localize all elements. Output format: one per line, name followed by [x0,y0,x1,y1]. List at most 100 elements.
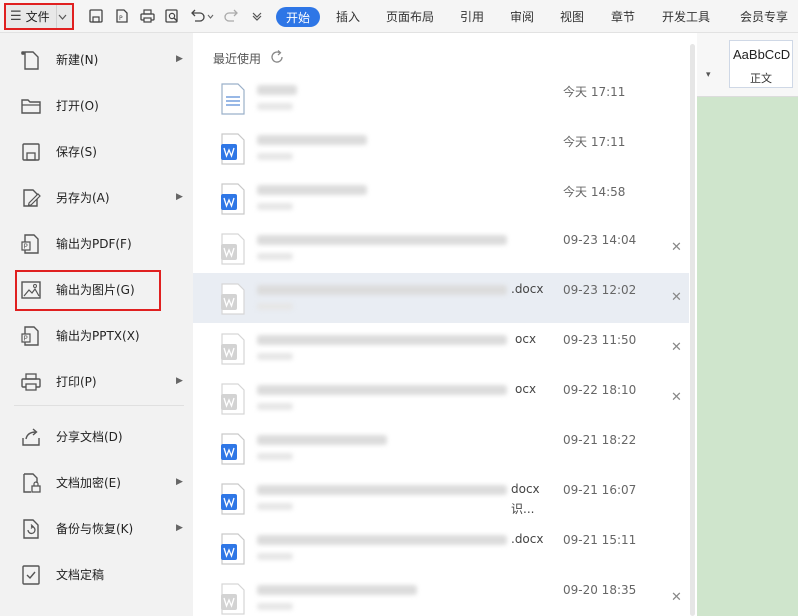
file-modified-time: 09-21 16:07 [563,483,637,497]
remove-recent-icon[interactable]: ✕ [671,240,682,255]
redacted-path [257,353,293,360]
tab-page-layout[interactable]: 页面布局 [386,8,434,25]
recent-file-row[interactable]: ocx 09-23 11:50 ✕ [193,323,689,373]
file-menu-label: 文件 [25,10,50,24]
style-normal-card[interactable]: AaBbCcD 正文 [729,40,793,88]
tab-insert[interactable]: 插入 [336,8,360,25]
tab-review[interactable]: 审阅 [510,8,534,25]
style-sample-text: AaBbCcD [733,47,791,62]
file-name-suffix: docx [511,482,540,496]
tab-chapter[interactable]: 章节 [611,8,635,25]
redacted-filename [257,385,507,395]
file-modified-time: 今天 17:11 [563,85,626,99]
top-toolbar: ☰ 文件 P 开始 插入 页面布局 引用 审阅 视图 章节 开发工具 会员专享 [0,0,798,33]
file-menu: 新建(N) ▶ 打开(O) 保存(S) 另存为(A) ▶ P 输出为PDF(F)… [0,33,193,616]
recent-title: 最近使用 [213,52,262,66]
file-modified-time: 09-21 18:22 [563,433,637,447]
redo-icon[interactable] [222,7,242,25]
recent-file-row[interactable]: .docx 09-23 12:02 ✕ [193,273,689,323]
new-icon [19,48,43,72]
file-modified-time: 09-21 15:11 [563,533,637,547]
text-document-icon [220,83,246,115]
submenu-arrow-icon: ▶ [176,192,183,202]
tab-references[interactable]: 引用 [460,8,484,25]
menu-item-backup[interactable]: 备份与恢复(K) ▶ [0,510,193,546]
file-modified-time: 09-22 18:10 [563,383,637,397]
redacted-path [257,203,293,210]
svg-text:P: P [24,335,28,343]
recent-file-row[interactable]: docx 识... 09-21 16:07 [193,473,689,523]
ribbon-dropdown-icon[interactable]: ▾ [706,70,711,80]
undo-icon[interactable] [188,7,216,25]
recent-file-row[interactable]: .docx 09-21 15:11 [193,523,689,573]
submenu-arrow-icon: ▶ [176,376,183,386]
redacted-filename [257,535,507,545]
menu-item-label: 打开(O) [56,98,99,113]
file-name-suffix: ocx [515,332,537,346]
menu-item-save-as[interactable]: 另存为(A) ▶ [0,179,193,215]
save-as-icon [19,186,43,210]
redacted-filename [257,585,417,595]
remove-recent-icon[interactable]: ✕ [671,390,682,405]
print-icon [19,370,43,394]
export-pptx-icon: P [19,324,43,348]
menu-item-export-pdf[interactable]: P 输出为PDF(F) [0,225,193,261]
menu-item-label: 输出为PDF(F) [56,236,132,251]
menu-item-label: 保存(S) [56,144,97,159]
document-canvas [697,97,798,616]
scrollbar-thumb[interactable] [690,44,695,616]
redacted-filename [257,235,507,245]
recent-file-row[interactable]: ocx 09-22 18:10 ✕ [193,373,689,423]
tab-developer[interactable]: 开发工具 [662,8,710,25]
menu-item-label: 输出为PPTX(X) [56,328,140,343]
file-modified-time: 今天 17:11 [563,135,626,149]
menu-item-encrypt[interactable]: 文档加密(E) ▶ [0,464,193,500]
recent-file-row[interactable]: 今天 17:11 [193,73,689,123]
menu-item-label: 打印(P) [56,374,97,389]
file-name-suffix: ocx [515,382,537,396]
recent-file-row[interactable]: 今天 14:58 [193,173,689,223]
redacted-path [257,553,293,560]
redacted-filename [257,135,367,145]
remove-recent-icon[interactable]: ✕ [671,590,682,605]
recent-file-row[interactable]: 09-23 14:04 ✕ [193,223,689,273]
menu-item-save[interactable]: 保存(S) [0,133,193,169]
tab-view[interactable]: 视图 [560,8,584,25]
tab-home[interactable]: 开始 [276,7,320,27]
remove-recent-icon[interactable]: ✕ [671,290,682,305]
recent-file-row[interactable]: 09-21 18:22 [193,423,689,473]
hamburger-icon: ☰ [10,9,22,24]
redacted-filename [257,285,507,295]
menu-item-print[interactable]: 打印(P) ▶ [0,363,193,399]
menu-item-finalize[interactable]: 文档定稿 [0,556,193,592]
remove-recent-icon[interactable]: ✕ [671,340,682,355]
file-path-suffix: 识... [511,502,535,516]
file-modified-time: 09-23 11:50 [563,333,637,347]
export-pdf-icon[interactable]: P [112,7,132,25]
print-icon[interactable] [137,7,157,25]
print-preview-icon[interactable] [162,7,182,25]
word-document-icon [220,483,246,515]
chevron-down-icon[interactable] [55,5,69,28]
menu-item-share[interactable]: 分享文档(D) [0,418,193,454]
word-document-icon [220,133,246,165]
recent-file-row[interactable]: 09-20 18:35 ✕ [193,573,689,616]
menu-item-export-pptx[interactable]: P 输出为PPTX(X) [0,317,193,353]
menu-item-new[interactable]: 新建(N) ▶ [0,41,193,77]
more-icon[interactable] [250,7,264,25]
refresh-icon[interactable] [269,49,285,68]
redacted-filename [257,335,507,345]
submenu-arrow-icon: ▶ [176,523,183,533]
save-icon[interactable] [86,7,106,25]
word-document-missing-icon [220,583,246,615]
redacted-filename [257,435,387,445]
redacted-filename [257,85,297,95]
file-menu-button[interactable]: ☰ 文件 [4,3,74,30]
file-modified-time: 今天 14:58 [563,185,626,199]
submenu-arrow-icon: ▶ [176,477,183,487]
recent-file-row[interactable]: 今天 17:11 [193,123,689,173]
wps-writer-window: ☰ 文件 P 开始 插入 页面布局 引用 审阅 视图 章节 开发工具 会员专享 … [0,0,798,616]
menu-item-label: 备份与恢复(K) [56,521,134,536]
menu-item-open[interactable]: 打开(O) [0,87,193,123]
tab-member[interactable]: 会员专享 [740,8,788,25]
